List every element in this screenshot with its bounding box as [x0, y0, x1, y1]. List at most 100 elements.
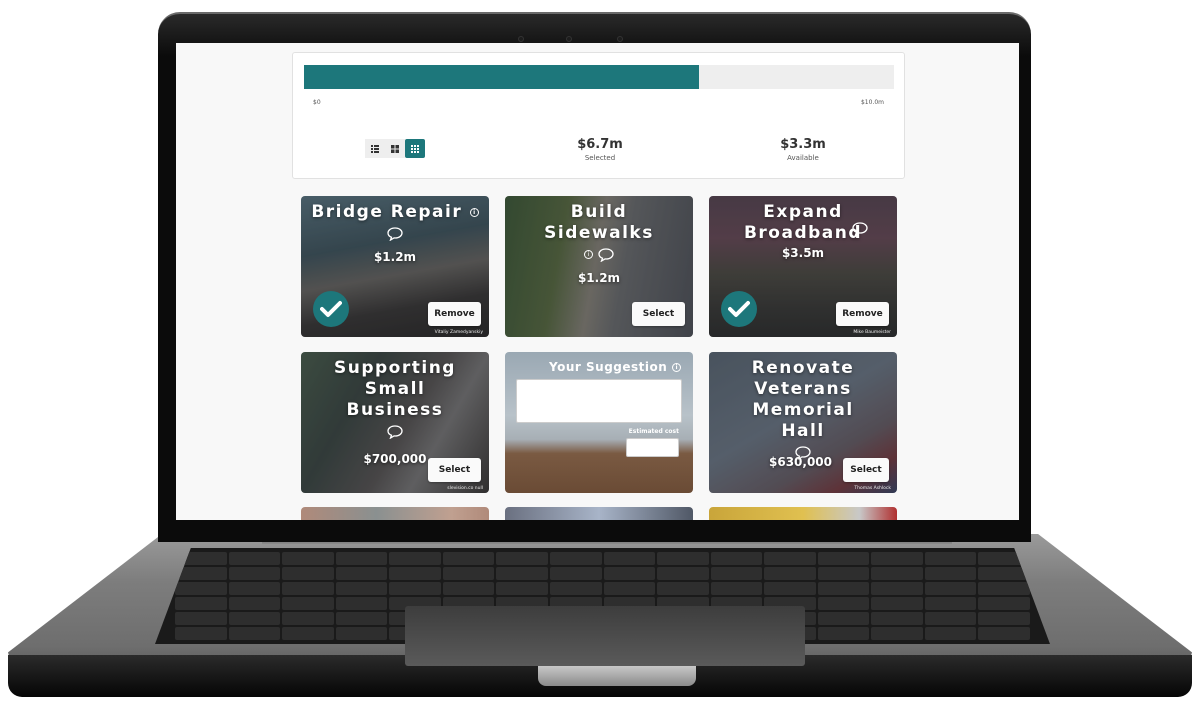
remove-button[interactable]: Remove: [836, 302, 889, 326]
estimated-cost-input[interactable]: [626, 438, 679, 457]
project-card-partial[interactable]: [505, 507, 693, 520]
keyboard-key: [282, 552, 334, 565]
keyboard-key: [549, 552, 602, 565]
keyboard-key: [496, 582, 548, 595]
remove-button[interactable]: Remove: [428, 302, 481, 326]
sensor-icon: [518, 36, 524, 42]
sensor-icon: [617, 36, 623, 42]
selected-label: Selected: [584, 154, 616, 162]
keyboard-key: [710, 552, 763, 565]
keyboard-key: [442, 552, 495, 565]
keyboard-key: [442, 582, 495, 595]
card-title: Bridge Repair i: [301, 196, 489, 223]
selected-check-badge: [313, 291, 349, 327]
keyboard-key: [871, 597, 923, 610]
keyboard-key: [175, 582, 227, 595]
keyboard-key: [657, 552, 709, 565]
keyboard-key: [603, 582, 656, 595]
keyboard-key: [817, 627, 870, 640]
card-price: $3.5m: [781, 246, 825, 260]
project-card-build-sidewalks[interactable]: Build Sidewalks i $1.2m Select: [505, 196, 693, 337]
budget-progress-bar: [304, 65, 894, 89]
keyboard-key: [924, 627, 977, 640]
project-card-expand-broadband[interactable]: Expand Broadband $3.5m Remove Mike Baume…: [709, 196, 897, 337]
checkmark-icon: [320, 301, 342, 317]
project-card-bridge-repair[interactable]: Bridge Repair i $1.2m Remove Vitaliy Zam…: [301, 196, 489, 337]
budget-min-label: $0: [313, 99, 321, 106]
view-toggle: [365, 139, 425, 158]
keyboard-key: [335, 627, 388, 640]
keyboard-key: [282, 612, 334, 625]
selected-stat: $6.7m Selected: [540, 137, 660, 162]
keyboard-key: [924, 597, 977, 610]
keyboard-key: [228, 552, 281, 565]
camera-icon: [566, 36, 572, 42]
view-list-button[interactable]: [365, 139, 385, 158]
project-card-veterans-hall[interactable]: Renovate Veterans Memorial Hall $630,000…: [709, 352, 897, 493]
info-icon[interactable]: i: [583, 250, 593, 259]
card-price: $1.2m: [373, 250, 417, 264]
photo-credit: Mike Baumeister: [853, 330, 891, 335]
keyboard-key: [657, 567, 709, 580]
keyboard-key: [496, 552, 548, 565]
keyboard-key: [924, 582, 977, 595]
keyboard-key: [335, 597, 388, 610]
keyboard-key: [603, 552, 656, 565]
select-button[interactable]: Select: [843, 458, 889, 482]
available-amount: $3.3m: [780, 137, 826, 152]
keyboard-key: [228, 567, 281, 580]
project-card-small-business[interactable]: Supporting Small Business $700,000 Selec…: [301, 352, 489, 493]
keyboard-key: [335, 567, 388, 580]
keyboard-key: [549, 567, 602, 580]
info-icon[interactable]: i: [672, 363, 681, 372]
list-icon: [371, 144, 379, 153]
keyboard-key: [871, 567, 923, 580]
keyboard-key: [335, 552, 388, 565]
selected-amount: $6.7m: [577, 137, 623, 152]
keyboard-key: [228, 597, 281, 610]
keyboard-key: [924, 552, 977, 565]
comment-icon[interactable]: [852, 222, 868, 236]
select-button[interactable]: Select: [428, 458, 481, 482]
keyboard-key: [549, 582, 602, 595]
available-label: Available: [787, 154, 819, 162]
comment-icon[interactable]: [387, 424, 403, 439]
card-price: $630,000: [769, 455, 833, 469]
project-card-partial[interactable]: [709, 507, 897, 520]
selected-check-badge: [721, 291, 757, 327]
keyboard-key: [764, 567, 816, 580]
keyboard-key: [603, 567, 656, 580]
card-title: Expand Broadband: [743, 202, 863, 243]
keyboard-key: [817, 612, 870, 625]
comment-icon[interactable]: [598, 247, 614, 262]
keyboard-key: [817, 582, 870, 595]
keyboard-key: [924, 612, 977, 625]
keyboard-key: [817, 552, 870, 565]
card-title: Renovate Veterans Memorial Hall: [751, 358, 855, 441]
estimated-cost-label: Estimated cost: [628, 428, 679, 435]
view-grid-large-button[interactable]: [385, 139, 405, 158]
available-stat: $3.3m Available: [743, 137, 863, 162]
photo-credit: Thomas Ashlock: [854, 486, 891, 491]
keyboard-key: [657, 582, 709, 595]
keyboard-key: [335, 612, 388, 625]
keyboard-key: [978, 612, 1030, 625]
keyboard-key: [282, 567, 334, 580]
suggestion-card: Your Suggestion i Estimated cost: [505, 352, 693, 493]
keyboard-key: [228, 612, 281, 625]
screen: $0 $10.0m $6.7m Selected $3.3m Available…: [176, 43, 1019, 520]
keyboard-key: [442, 567, 495, 580]
keyboard-key: [389, 567, 441, 580]
keyboard-key: [710, 582, 763, 595]
view-grid-small-button[interactable]: [405, 139, 425, 158]
keyboard-key: [282, 627, 334, 640]
suggestion-textarea[interactable]: [516, 379, 682, 423]
keyboard-key: [764, 582, 816, 595]
comment-icon[interactable]: [387, 226, 403, 241]
project-card-partial[interactable]: [301, 507, 489, 520]
laptop-trackpad: [405, 606, 805, 666]
select-button[interactable]: Select: [632, 302, 685, 326]
keyboard-key: [389, 582, 441, 595]
info-icon[interactable]: i: [469, 207, 479, 217]
keyboard-key: [817, 567, 870, 580]
